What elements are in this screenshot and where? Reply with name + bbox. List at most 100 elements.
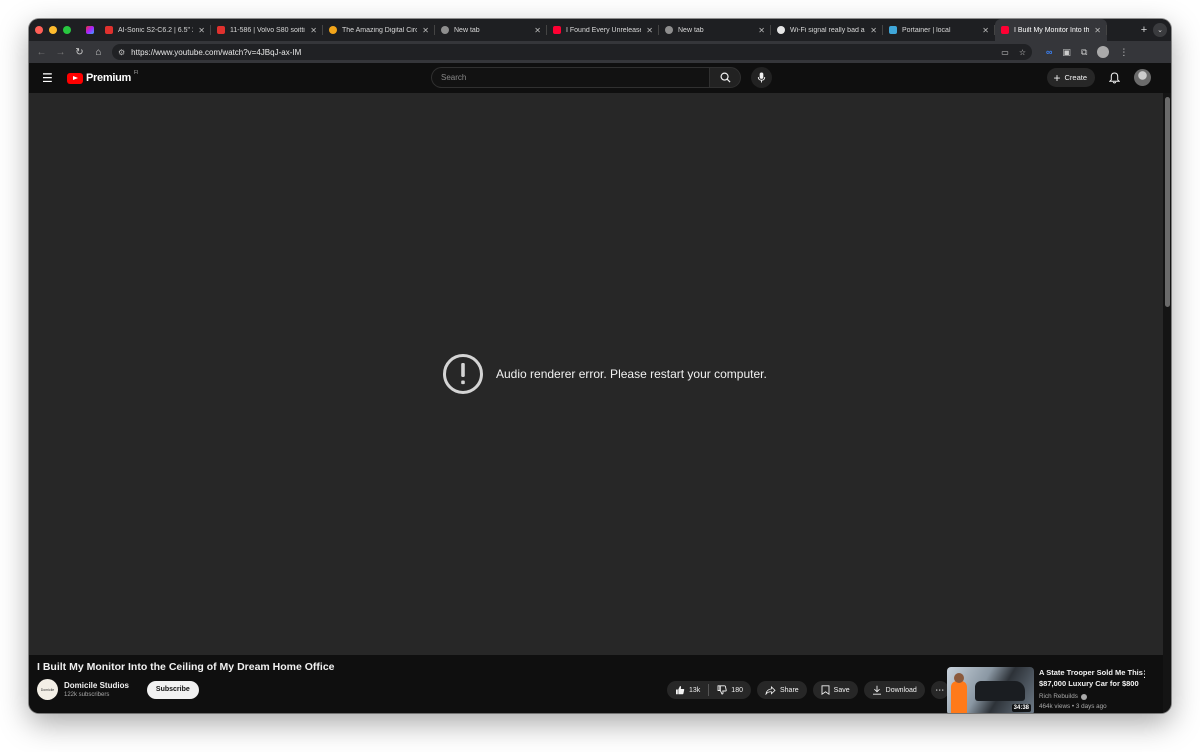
tab-favicon-icon [889, 26, 897, 34]
player-error: Audio renderer error. Please restart you… [442, 353, 767, 395]
browser-toolbar: ← → ↻ ⌂ ⚙ https://www.youtube.com/watch?… [29, 41, 1171, 63]
tab-title: 11-586 | Volvo S80 soittim [230, 26, 306, 34]
maximize-window-button[interactable] [63, 26, 71, 34]
browser-tab[interactable]: AI-Sonic S2-C6.2 | 6.5" 2 ✕ [99, 19, 211, 41]
download-button[interactable]: Download [863, 681, 925, 699]
address-bar[interactable]: ⚙ https://www.youtube.com/watch?v=4JBqJ-… [112, 44, 1032, 60]
search-button[interactable] [709, 67, 741, 88]
channel-avatar[interactable]: Domicile [37, 679, 58, 700]
scrollbar-thumb[interactable] [1165, 97, 1170, 307]
thumbnail-person-shape [951, 681, 967, 713]
tab-close-icon[interactable]: ✕ [310, 26, 317, 35]
forward-button[interactable]: → [51, 47, 70, 58]
recommended-channel[interactable]: Rich Rebuilds [1039, 693, 1078, 700]
video-duration: 34:38 [1011, 704, 1031, 712]
youtube-logo[interactable]: Premium FI [67, 70, 138, 84]
browser-window: AI-Sonic S2-C6.2 | 6.5" 2 ✕ 11-586 | Volvo… [29, 19, 1171, 713]
tab-title: I Built My Monitor Into the [1014, 26, 1090, 34]
home-button[interactable]: ⌂ [89, 47, 108, 58]
search-area: Search [431, 67, 772, 88]
youtube-play-icon [67, 72, 83, 84]
tab-title: Wi-Fi signal really bad an [790, 26, 866, 34]
close-window-button[interactable] [35, 26, 43, 34]
youtube-header: ☰ Premium FI Search + Create [29, 63, 1171, 93]
subscriber-count: 122k subscribers [64, 692, 110, 698]
browser-tab[interactable]: New tab ✕ [435, 19, 547, 41]
cast-icon[interactable]: ▭ [1001, 48, 1009, 57]
recommended-channel-row: Rich Rebuilds [1039, 693, 1157, 700]
microphone-icon [757, 72, 766, 83]
create-button[interactable]: + Create [1047, 68, 1095, 87]
like-dislike-group: 13k 180 [667, 681, 751, 699]
tab-close-icon[interactable]: ✕ [1094, 26, 1101, 35]
error-exclamation-icon [443, 354, 483, 394]
reader-icon[interactable]: ▣ [1062, 47, 1071, 58]
browser-tab[interactable]: I Built My Monitor Into the ✕ [995, 19, 1107, 41]
account-avatar[interactable] [1134, 69, 1151, 86]
profile-avatar[interactable] [1097, 46, 1110, 58]
chevron-down-icon: ⌄ [1157, 27, 1163, 34]
tab-favicon-icon [1001, 26, 1009, 34]
save-button[interactable]: Save [812, 681, 858, 699]
browser-tab[interactable]: I Found Every Unreleased ✕ [547, 19, 659, 41]
download-icon [872, 685, 881, 695]
tab-close-icon[interactable]: ✕ [646, 26, 653, 35]
plus-icon: + [1053, 70, 1061, 85]
video-title: I Built My Monitor Into the Ceiling of M… [37, 661, 335, 673]
url-text: https://www.youtube.com/watch?v=4JBqJ-ax… [131, 47, 302, 57]
tab-close-icon[interactable]: ✕ [982, 26, 989, 35]
meta-extension-icon[interactable]: ∞ [1046, 47, 1052, 57]
dislike-button[interactable]: 180 [709, 681, 751, 699]
pinned-tab[interactable] [81, 19, 99, 41]
search-placeholder: Search [441, 73, 467, 82]
tab-favicon-icon [217, 26, 225, 34]
browser-tab[interactable]: Wi-Fi signal really bad an ✕ [771, 19, 883, 41]
tab-close-icon[interactable]: ✕ [870, 26, 877, 35]
tab-search-button[interactable]: ⌄ [1153, 23, 1167, 37]
verified-check-icon [1080, 693, 1087, 700]
minimize-window-button[interactable] [49, 26, 57, 34]
video-player[interactable]: Audio renderer error. Please restart you… [29, 93, 1163, 655]
tab-close-icon[interactable]: ✕ [422, 26, 429, 35]
channel-name[interactable]: Domicile Studios [64, 681, 129, 690]
download-label: Download [885, 686, 917, 694]
tab-title: Portainer | local [902, 26, 951, 34]
like-button[interactable]: 13k [667, 681, 708, 699]
logo-text: Premium [86, 72, 131, 84]
recommended-video[interactable]: 34:38 A State Trooper Sold Me This $87,0… [947, 667, 1157, 713]
menu-hamburger-icon[interactable]: ☰ [42, 71, 56, 85]
video-actions: 13k 180 Share Save Download ⋯ [667, 681, 949, 699]
tab-close-icon[interactable]: ✕ [758, 26, 765, 35]
back-button[interactable]: ← [32, 47, 51, 58]
site-settings-icon[interactable]: ⚙ [118, 48, 125, 57]
search-icon [720, 72, 731, 83]
share-button[interactable]: Share [756, 681, 807, 699]
notifications-bell-icon[interactable] [1109, 71, 1120, 84]
recommended-meta: 464k views • 3 days ago [1039, 703, 1107, 710]
page-scrollbar[interactable] [1163, 93, 1171, 713]
search-input[interactable]: Search [431, 67, 709, 88]
create-label: Create [1064, 73, 1087, 82]
voice-search-button[interactable] [751, 67, 772, 88]
reload-button[interactable]: ↻ [70, 47, 89, 58]
browser-tab[interactable]: 11-586 | Volvo S80 soittim ✕ [211, 19, 323, 41]
browser-tab[interactable]: New tab ✕ [659, 19, 771, 41]
subscribe-button[interactable]: Subscribe [146, 680, 199, 699]
browser-tab[interactable]: The Amazing Digital Circu ✕ [323, 19, 435, 41]
new-tab-button[interactable]: + [1135, 24, 1153, 36]
tab-strip: AI-Sonic S2-C6.2 | 6.5" 2 ✕ 11-586 | Volvo… [29, 19, 1171, 41]
tab-close-icon[interactable]: ✕ [534, 26, 541, 35]
extensions-icon[interactable]: ⧉ [1081, 47, 1087, 58]
browser-tab[interactable]: Portainer | local ✕ [883, 19, 995, 41]
channel-avatar-text: Domicile [40, 687, 55, 692]
recommended-more-icon[interactable]: ⋮ [1140, 669, 1149, 680]
recommended-thumbnail[interactable]: 34:38 [947, 667, 1034, 713]
tab-close-icon[interactable]: ✕ [198, 26, 205, 35]
menu-icon[interactable]: ⋮ [1119, 47, 1128, 58]
tab-title: I Found Every Unreleased [566, 26, 642, 34]
thumbs-down-icon [717, 685, 727, 695]
window-controls [29, 26, 81, 34]
bookmark-star-icon[interactable]: ☆ [1019, 48, 1026, 57]
channel-row: Domicile Domicile Studios 122k subscribe… [37, 679, 199, 700]
error-message: Audio renderer error. Please restart you… [496, 367, 767, 381]
